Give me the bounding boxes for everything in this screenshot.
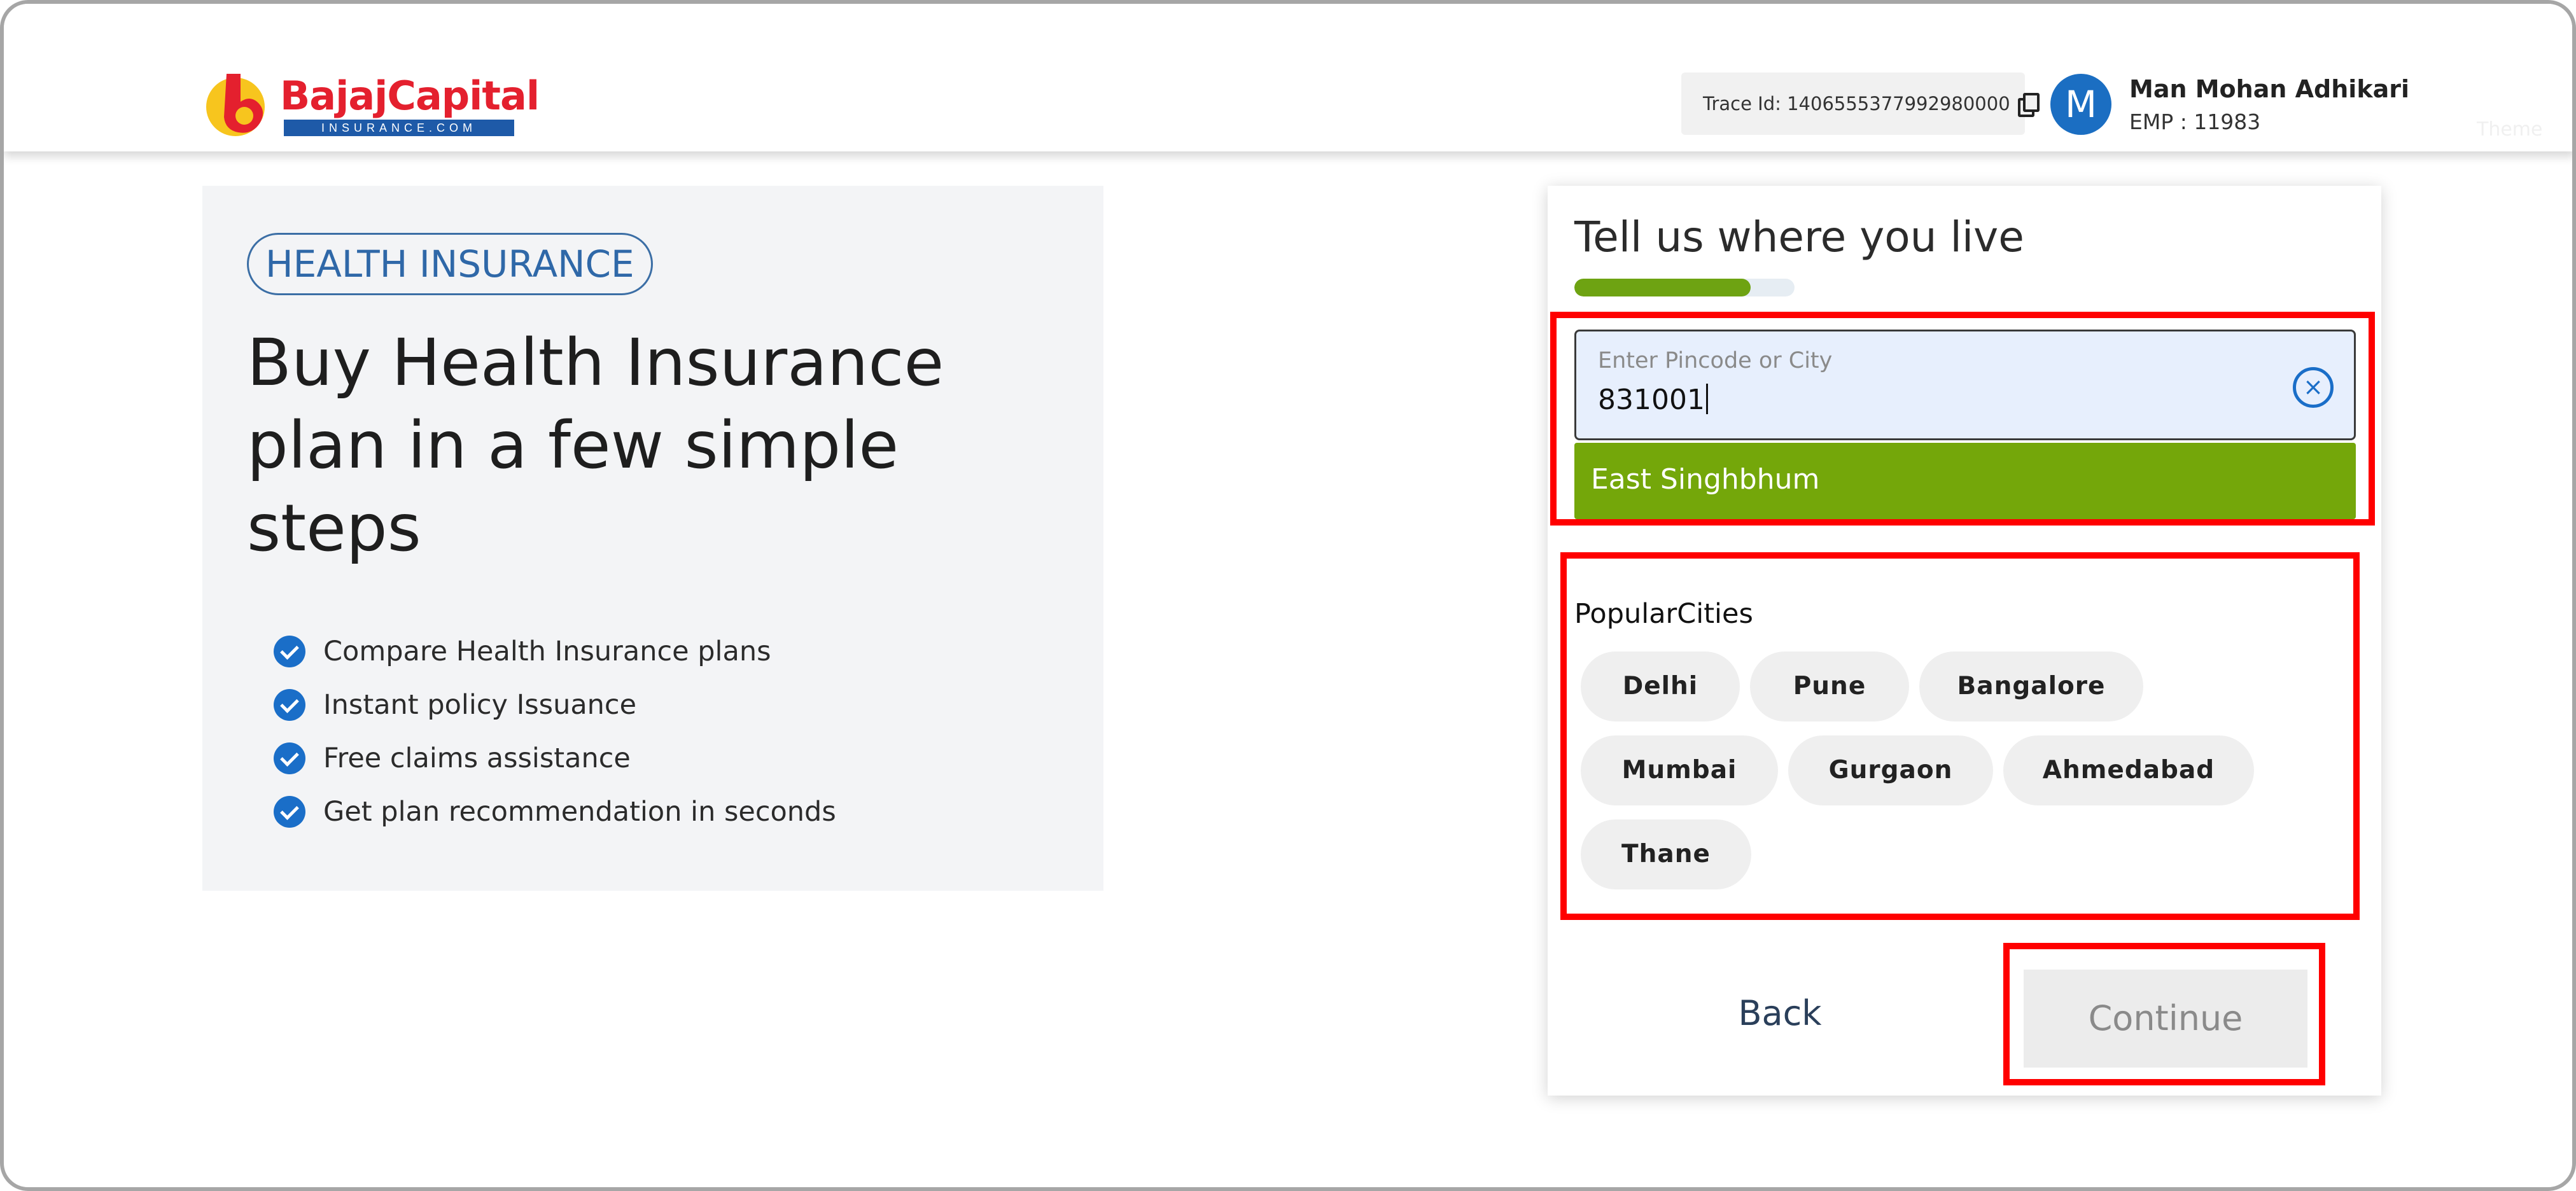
- progress-fill: [1574, 279, 1751, 296]
- feature-label: Instant policy Issuance: [323, 689, 637, 721]
- check-icon: [274, 742, 305, 774]
- hero-title: Buy Health Insurance plan in a few simpl…: [247, 325, 944, 566]
- location-card: Tell us where you live Enter Pincode or …: [1548, 186, 2381, 1096]
- brand-logo[interactable]: BajajCapital INSURANCE.COM: [202, 69, 540, 139]
- browser-frame: BajajCapital INSURANCE.COM Trace Id: 140…: [0, 0, 2576, 1191]
- product-badge: HEALTH INSURANCE: [247, 233, 653, 295]
- logo-name: BajajCapital: [280, 73, 540, 119]
- trace-id-box: Trace Id: 1406555377992980000: [1681, 73, 2040, 135]
- feature-label: Get plan recommendation in seconds: [323, 796, 836, 828]
- feature-list: Compare Health Insurance plans Instant p…: [274, 625, 836, 839]
- feature-item: Free claims assistance: [274, 732, 836, 785]
- avatar[interactable]: M: [2050, 74, 2111, 135]
- highlight-popular-cities-region: [1560, 552, 2360, 920]
- logo-subtext: INSURANCE.COM: [284, 120, 514, 136]
- user-name: Man Mohan Adhikari: [2129, 75, 2410, 103]
- check-icon: [274, 636, 305, 667]
- feature-item: Instant policy Issuance: [274, 678, 836, 732]
- card-title: Tell us where you live: [1574, 212, 2024, 261]
- hero-panel: HEALTH INSURANCE Buy Health Insurance pl…: [202, 186, 1103, 891]
- feature-label: Free claims assistance: [323, 742, 631, 774]
- feature-label: Compare Health Insurance plans: [323, 636, 771, 667]
- user-emp-id: EMP : 11983: [2129, 109, 2261, 134]
- highlight-continue-region: [2003, 943, 2325, 1085]
- feature-item: Compare Health Insurance plans: [274, 625, 836, 678]
- back-button[interactable]: Back: [1662, 966, 1898, 1061]
- feature-item: Get plan recommendation in seconds: [274, 785, 836, 839]
- top-header: BajajCapital INSURANCE.COM Trace Id: 140…: [4, 4, 2572, 151]
- copy-icon[interactable]: [2017, 93, 2040, 117]
- trace-id-text: Trace Id: 1406555377992980000: [1703, 93, 2010, 115]
- highlight-search-region: [1550, 312, 2375, 526]
- progress-bar: [1574, 279, 1795, 296]
- logo-mark-icon: [206, 74, 265, 136]
- check-icon: [274, 689, 305, 721]
- theme-toggle[interactable]: Theme: [2477, 118, 2542, 141]
- check-icon: [274, 796, 305, 828]
